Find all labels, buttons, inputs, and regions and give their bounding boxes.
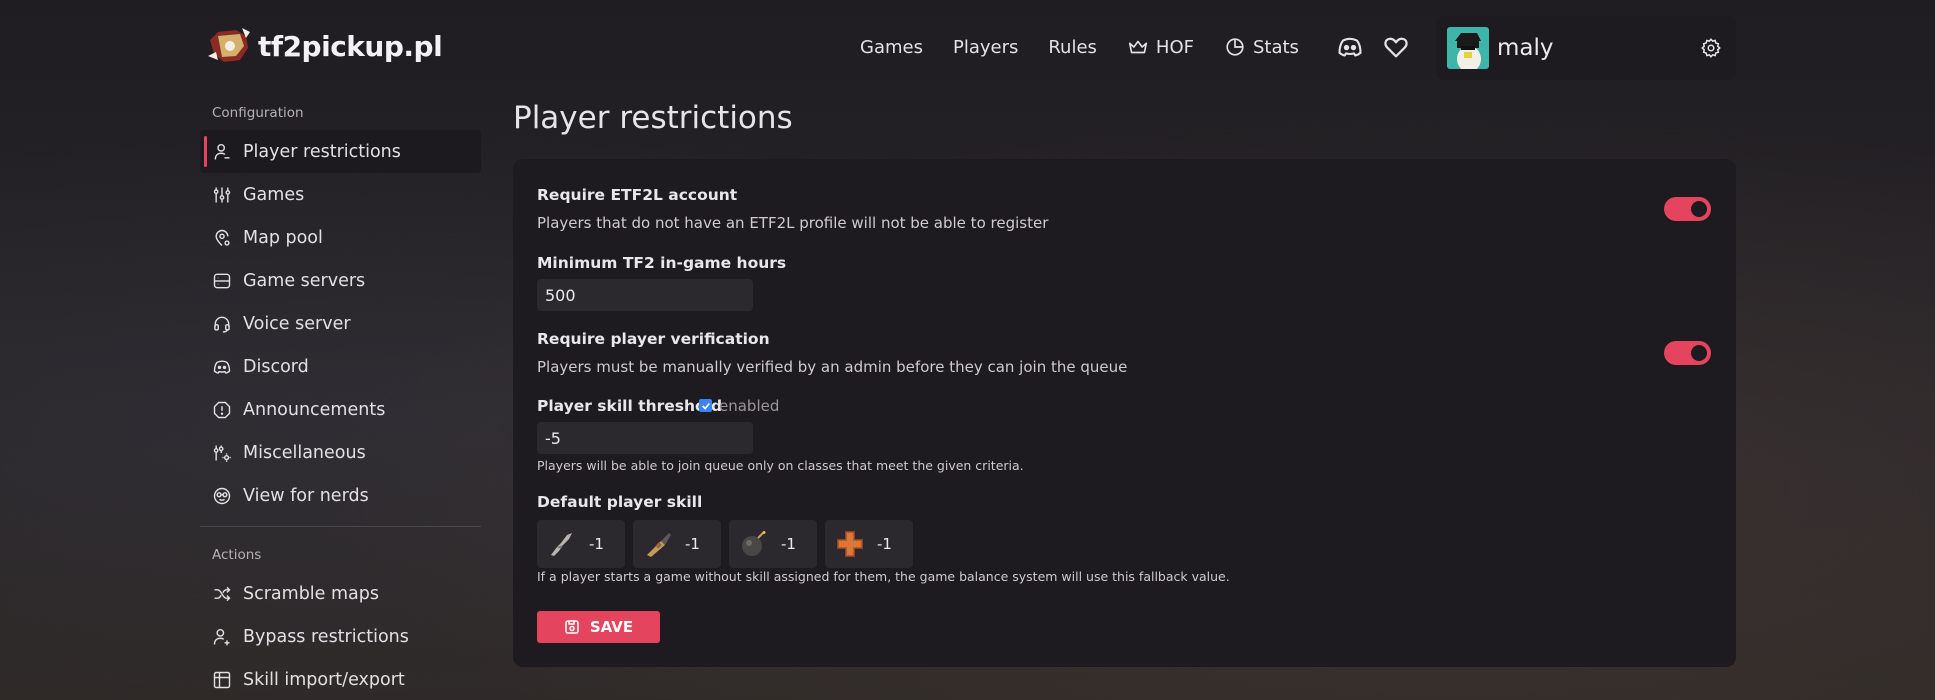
sidebar-item-label: Bypass restrictions (243, 626, 409, 647)
demoman-icon (742, 531, 766, 556)
header-icons (1335, 32, 1411, 62)
nerd-icon (213, 487, 231, 504)
skill-value: -1 (685, 535, 700, 553)
sidebar-section-actions: Actions (212, 547, 262, 563)
sidebar-item-voice-server[interactable]: Voice server (200, 302, 481, 345)
nav-games-label: Games (860, 36, 923, 58)
check-icon (701, 402, 710, 410)
discord-icon (1338, 37, 1362, 57)
headset-icon (214, 316, 230, 333)
default-skill-label: Default player skill (537, 493, 703, 511)
skill-threshold-label: Player skill threshold (537, 397, 723, 415)
medic-icon (837, 531, 863, 557)
min-hours-input[interactable] (537, 279, 753, 311)
discord-link[interactable] (1335, 32, 1365, 62)
scout-icon (551, 533, 572, 556)
skill-input-scout[interactable]: -1 (537, 520, 625, 568)
nav-stats[interactable]: Stats (1224, 36, 1299, 58)
skill-threshold-checkbox-label: enabled (719, 397, 780, 415)
etf2l-description: Players that do not have an ETF2L profil… (537, 214, 1049, 232)
min-hours-label: Minimum TF2 in-game hours (537, 254, 787, 272)
nav-hof-label: HOF (1155, 36, 1194, 58)
nav-rules[interactable]: Rules (1048, 36, 1097, 58)
nav-players[interactable]: Players (953, 36, 1018, 58)
logo[interactable]: tf2pickup.pl (206, 26, 443, 66)
shuffle-icon (214, 586, 231, 601)
heart-icon (1384, 37, 1408, 58)
skill-value: -1 (781, 535, 796, 553)
save-button-label: SAVE (589, 618, 634, 636)
sliders-icon (213, 187, 231, 202)
skill-value: -1 (589, 535, 604, 553)
sidebar-item-label: Game servers (243, 270, 366, 291)
sidebar-section-configuration: Configuration (212, 105, 304, 121)
avatar-image (1447, 27, 1489, 69)
sidebar-item-player-restrictions[interactable]: Player restrictions (200, 130, 481, 173)
sidebar-item-announcements[interactable]: Announcements (200, 388, 481, 431)
sidebar-item-label: View for nerds (243, 485, 369, 506)
crown-icon (1128, 40, 1147, 54)
page-title: Player restrictions (513, 100, 793, 136)
user-plus-icon (213, 628, 230, 645)
username: maly (1497, 35, 1554, 61)
skill-threshold-checkbox[interactable] (699, 399, 712, 412)
skill-input-medic[interactable]: -1 (825, 520, 913, 568)
logo-icon (208, 28, 250, 62)
save-button[interactable]: SAVE (537, 611, 660, 643)
sidebar-item-skill-import-export[interactable]: Skill import/export (200, 658, 481, 700)
default-skill-hint: If a player starts a game without skill … (537, 569, 1230, 584)
sidebar-item-label: Miscellaneous (243, 442, 366, 463)
map-pin-icon (215, 229, 230, 246)
main-nav: Games Players Rules HOF Stats (860, 36, 1299, 58)
save-icon (565, 620, 579, 634)
sidebar-item-games[interactable]: Games (200, 173, 481, 216)
nav-games[interactable]: Games (860, 36, 923, 58)
skill-threshold-input[interactable] (537, 422, 753, 454)
sidebar-item-label: Games (243, 184, 305, 205)
user-box[interactable]: maly (1436, 16, 1736, 80)
sidebar-divider (200, 526, 481, 527)
verification-label: Require player verification (537, 330, 770, 348)
server-icon (213, 273, 231, 288)
sidebar-item-scramble-maps[interactable]: Scramble maps (200, 572, 481, 615)
settings-card: Require ETF2L account Players that do no… (513, 159, 1736, 667)
etf2l-label: Require ETF2L account (537, 186, 738, 204)
adjustments-icon (213, 445, 231, 462)
logo-text: tf2pickup.pl (258, 29, 443, 63)
discord-icon (213, 359, 231, 374)
sidebar-item-view-for-nerds[interactable]: View for nerds (200, 474, 481, 517)
skill-input-soldier[interactable]: -1 (633, 520, 721, 568)
sidebar: Configuration Player restrictions Games … (200, 96, 481, 700)
sidebar-item-label: Voice server (243, 313, 351, 334)
sidebar-item-label: Discord (243, 356, 309, 377)
soldier-icon (647, 533, 671, 557)
nav-rules-label: Rules (1048, 36, 1097, 58)
skill-threshold-hint: Players will be able to join queue only … (537, 458, 1024, 473)
sidebar-item-label: Announcements (243, 399, 386, 420)
nav-players-label: Players (952, 36, 1019, 58)
nav-stats-label: Stats (1252, 36, 1299, 58)
user-icon (214, 143, 230, 160)
pie-chart-icon (1226, 38, 1244, 56)
nav-hof[interactable]: HOF (1127, 36, 1194, 58)
avatar[interactable] (1447, 27, 1489, 69)
donate-link[interactable] (1381, 32, 1411, 62)
sidebar-item-label: Scramble maps (243, 583, 379, 604)
skill-input-demoman[interactable]: -1 (729, 520, 817, 568)
sidebar-item-miscellaneous[interactable]: Miscellaneous (200, 431, 481, 474)
sidebar-item-label: Skill import/export (243, 669, 405, 690)
sidebar-item-label: Player restrictions (243, 141, 401, 162)
sidebar-item-discord[interactable]: Discord (200, 345, 481, 388)
table-icon (213, 671, 231, 688)
sidebar-item-bypass-restrictions[interactable]: Bypass restrictions (200, 615, 481, 658)
sidebar-item-label: Map pool (243, 227, 323, 248)
gear-icon[interactable] (1700, 37, 1722, 59)
etf2l-toggle[interactable] (1664, 197, 1711, 221)
alert-icon (213, 401, 231, 418)
verification-toggle[interactable] (1664, 341, 1711, 365)
sidebar-item-map-pool[interactable]: Map pool (200, 216, 481, 259)
skill-value: -1 (877, 535, 892, 553)
sidebar-item-game-servers[interactable]: Game servers (200, 259, 481, 302)
verification-description: Players must be manually verified by an … (537, 358, 1128, 376)
